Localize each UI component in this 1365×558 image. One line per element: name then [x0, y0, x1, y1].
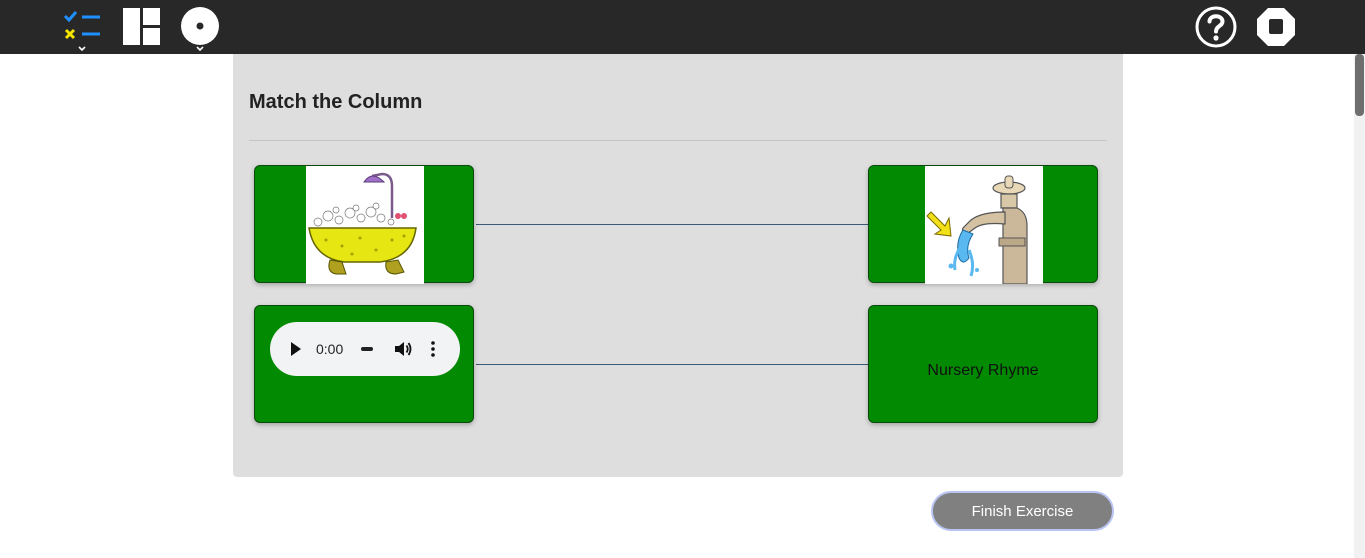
record-button[interactable] [178, 0, 222, 54]
finish-exercise-button[interactable]: Finish Exercise [931, 491, 1114, 531]
left-card-bathtub[interactable] [254, 165, 474, 284]
title-divider [249, 140, 1107, 141]
help-icon [1195, 6, 1237, 48]
stop-icon [1257, 8, 1295, 46]
record-icon [181, 7, 219, 52]
exercise-list-icon [63, 11, 100, 52]
nursery-rhyme-label: Nursery Rhyme [927, 362, 1039, 379]
layout-button[interactable] [121, 0, 163, 54]
audio-player[interactable]: 0:00 [270, 322, 460, 376]
layout-grid-icon [123, 8, 160, 45]
stop-button[interactable] [1254, 0, 1298, 54]
scrollbar-thumb[interactable] [1355, 54, 1364, 116]
exercise-panel: Match the Column 0:00 Nursery Rhyme [233, 54, 1123, 477]
right-card-nursery-rhyme[interactable]: Nursery Rhyme [868, 305, 1098, 423]
right-card-tap[interactable] [868, 165, 1098, 284]
page-scrollbar[interactable] [1354, 54, 1365, 558]
match-line-1 [476, 224, 868, 225]
audio-time: 0:00 [316, 341, 344, 357]
more-options-icon[interactable] [431, 322, 435, 376]
play-icon[interactable] [290, 322, 302, 376]
top-toolbar [0, 0, 1365, 54]
exercise-list-button[interactable] [60, 0, 104, 54]
left-card-audio[interactable]: 0:00 [254, 305, 474, 423]
exercise-title: Match the Column [249, 91, 423, 113]
water-tap-image [925, 166, 1043, 284]
bathtub-image [306, 166, 424, 284]
help-button[interactable] [1194, 0, 1238, 54]
volume-icon[interactable] [394, 322, 412, 376]
match-line-2 [476, 364, 868, 365]
audio-progress-slider[interactable] [360, 322, 374, 376]
